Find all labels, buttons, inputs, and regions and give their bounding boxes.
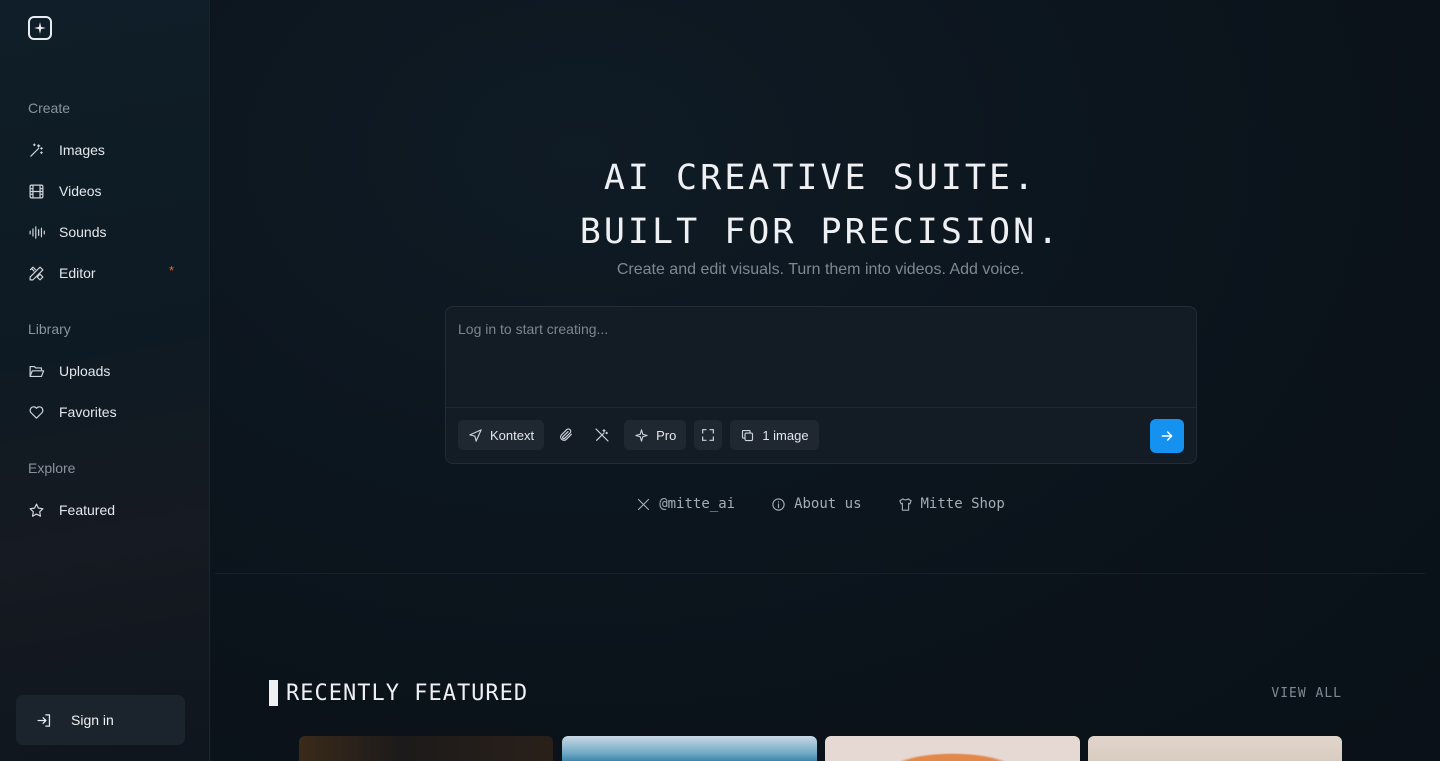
star-icon	[29, 503, 44, 517]
hero-title-line1: AI CREATIVE SUITE.	[603, 158, 1038, 198]
sidebar-item-label: Images	[59, 142, 105, 158]
section-label-explore: Explore	[28, 460, 76, 476]
aspect-ratio-button[interactable]	[694, 420, 723, 450]
model-select-button[interactable]: Kontext	[458, 420, 545, 450]
sidebar-item-label: Favorites	[59, 404, 117, 420]
enhance-toggle-button[interactable]	[588, 420, 616, 450]
heading-bar-icon	[269, 680, 278, 706]
sign-in-label: Sign in	[71, 712, 114, 728]
sparkle-icon	[635, 428, 648, 442]
send-arrow-icon	[469, 428, 482, 442]
model-label: Kontext	[490, 427, 535, 443]
fullscreen-icon	[702, 429, 715, 441]
sidebar-item-videos[interactable]: Videos	[28, 178, 188, 204]
arrow-right-icon	[1161, 431, 1173, 441]
section-divider	[215, 573, 1425, 574]
submit-button[interactable]	[1150, 419, 1184, 453]
featured-heading: RECENTLY FEATURED	[269, 680, 528, 706]
magic-wand-icon	[30, 143, 43, 157]
social-links: @mitte_ai About us Mitte Shop	[211, 496, 1430, 512]
sidebar: Create Images Videos Sounds Editor * Lib…	[0, 0, 210, 761]
logo-sparkle-icon[interactable]	[28, 16, 52, 40]
prompt-divider	[446, 407, 1196, 408]
new-badge: *	[168, 263, 174, 278]
shirt-icon	[898, 497, 912, 511]
main-content: AI CREATIVE SUITE. BUILT FOR PRECISION. …	[211, 0, 1440, 761]
sidebar-item-label: Editor	[59, 265, 96, 281]
sidebar-item-label: Sounds	[59, 224, 107, 240]
featured-title: RECENTLY FEATURED	[286, 680, 529, 706]
sidebar-item-label: Featured	[59, 502, 116, 518]
image-count-label: 1 image	[762, 427, 809, 443]
folder-open-icon	[29, 365, 45, 377]
heart-icon	[29, 405, 44, 419]
shop-label: Mitte Shop	[920, 496, 1005, 512]
section-label-library: Library	[28, 321, 71, 337]
copy-icon	[742, 429, 754, 441]
sidebar-item-sounds[interactable]: Sounds	[28, 219, 188, 245]
about-link[interactable]: About us	[771, 496, 862, 512]
shop-link[interactable]: Mitte Shop	[898, 496, 1005, 512]
featured-thumbnail[interactable]	[299, 736, 553, 761]
film-icon	[29, 184, 44, 198]
log-in-icon	[37, 713, 51, 727]
sidebar-item-favorites[interactable]: Favorites	[28, 399, 188, 425]
sidebar-item-images[interactable]: Images	[28, 137, 188, 163]
view-all-link[interactable]: VIEW ALL	[1271, 686, 1342, 701]
magic-wand-off-icon	[595, 428, 609, 442]
info-icon	[772, 497, 785, 511]
prompt-input[interactable]	[446, 307, 1196, 407]
twitter-link[interactable]: @mitte_ai	[636, 496, 735, 512]
about-label: About us	[794, 496, 862, 512]
image-count-button[interactable]: 1 image	[730, 420, 819, 450]
featured-thumbnail[interactable]	[825, 736, 1080, 761]
x-logo-icon	[638, 498, 650, 510]
quality-label: Pro	[656, 427, 677, 443]
featured-thumbnail[interactable]	[562, 736, 817, 761]
featured-thumbnail[interactable]	[1088, 736, 1342, 761]
sidebar-item-uploads[interactable]: Uploads	[28, 358, 188, 384]
prompt-box: Kontext Pro 1 image	[445, 306, 1197, 464]
sidebar-item-label: Uploads	[59, 363, 111, 379]
sidebar-item-featured[interactable]: Featured	[28, 497, 188, 523]
audio-waveform-icon	[29, 225, 45, 239]
hero-subtitle: Create and edit visuals. Turn them into …	[616, 261, 1025, 278]
quality-select-button[interactable]: Pro	[624, 420, 687, 450]
sidebar-item-label: Videos	[59, 183, 102, 199]
paperclip-icon	[560, 428, 573, 441]
sidebar-item-editor[interactable]: Editor *	[28, 260, 188, 286]
twitter-handle: @mitte_ai	[659, 496, 736, 512]
hero-title-line2: BUILT FOR PRECISION.	[579, 212, 1062, 252]
attach-button[interactable]	[552, 420, 580, 450]
section-label-create: Create	[28, 100, 71, 116]
sign-in-button[interactable]: Sign in	[16, 695, 185, 745]
pencil-ruler-icon	[29, 266, 44, 280]
prompt-toolbar: Kontext Pro 1 image	[458, 420, 819, 450]
